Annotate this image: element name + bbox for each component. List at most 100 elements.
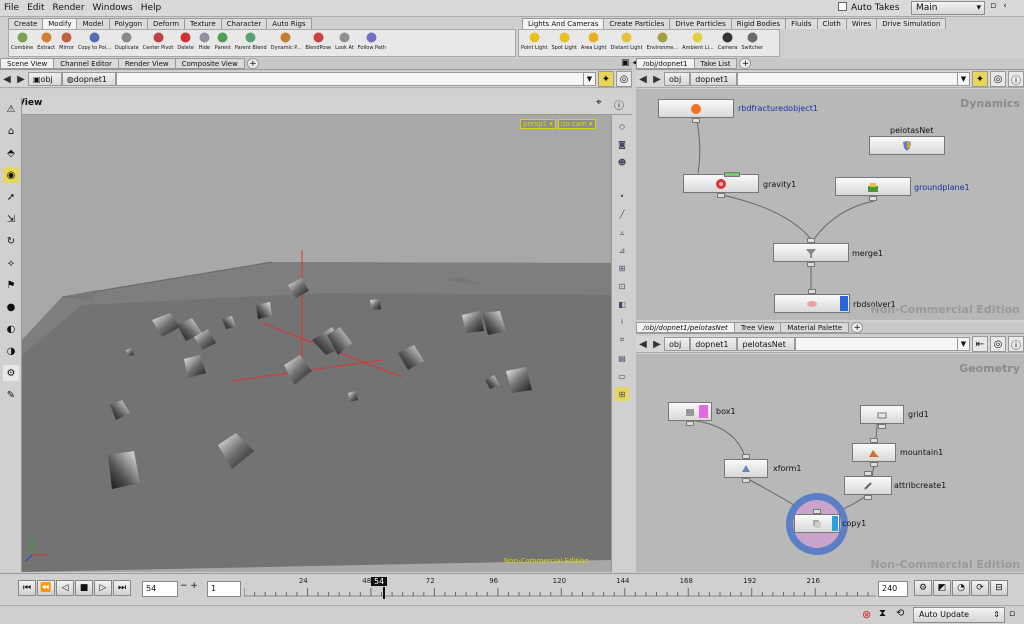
node-merge1[interactable] [773,238,849,267]
shelf-tab-model[interactable]: Model [76,18,110,29]
node-xform1[interactable] [724,454,768,483]
wire-icon[interactable]: ⊡ [615,279,629,293]
tab-dopnet1[interactable]: /obj/dopnet1 [636,58,695,69]
output-pin[interactable] [869,196,877,201]
paint-tool-icon[interactable]: ✎ [3,387,19,403]
modify-tool-5[interactable]: Center Pivot [141,30,176,56]
error-icon[interactable]: ⊗ [862,608,871,621]
back-arrow-icon[interactable]: ◀ [636,339,650,350]
node-grid1[interactable] [860,405,904,429]
add-tab-button[interactable]: + [246,58,259,69]
light-tool-4[interactable]: Environme... [645,30,681,56]
snap-icon[interactable]: ⟊ [615,315,629,329]
prim-icon[interactable]: ▵ [615,225,629,239]
playhead[interactable] [383,587,385,599]
bypass-flag[interactable] [724,172,740,177]
path-field[interactable]: ▼ [794,337,970,351]
pin-icon[interactable]: ✦ [598,71,614,87]
add-tab-button[interactable]: + [851,322,864,333]
ghost-icon[interactable]: ⌗ [615,333,629,347]
pin-icon[interactable]: ✦ [972,71,988,87]
no-cam-select[interactable]: no cam ▾ [557,119,596,129]
node-copy1[interactable] [794,509,840,533]
menu-file[interactable]: File [0,0,23,13]
input-pin[interactable] [807,238,815,243]
current-frame-marker[interactable]: 54 [371,577,388,586]
light-tool-icon[interactable]: ◐ [3,321,19,337]
key-icon[interactable]: ◩ [933,580,951,596]
maximize-icon[interactable]: ▣ [621,58,630,68]
input-pin[interactable] [864,471,872,476]
breadcrumb-obj[interactable]: ▣ obj [28,72,62,86]
input-pin[interactable] [742,454,750,459]
jump-end-icon[interactable]: ⏭ [113,580,131,596]
output-pin[interactable] [878,424,886,429]
close-icon[interactable]: ‹ [999,1,1011,14]
path-field[interactable]: ▼ [737,72,970,86]
info-icon[interactable]: ▫ [1009,609,1015,619]
menu-render[interactable]: Render [49,0,89,13]
start-frame-field[interactable]: 1 [207,581,241,597]
menu-windows[interactable]: Windows [89,0,137,13]
handle-tool-icon[interactable]: ⟡ [3,255,19,271]
help-icon[interactable]: ⓘ [1008,71,1024,87]
light-tool-5[interactable]: Ambient Li... [680,30,716,56]
frame-stepper[interactable]: − + [180,581,198,591]
node-rbdsolver1[interactable] [774,289,850,313]
camera-icon[interactable]: ◙ [615,137,629,151]
output-pin[interactable] [692,118,700,123]
node-gravity1[interactable] [683,172,759,198]
cook-icon[interactable]: ⧗ [879,608,886,619]
screen-icon[interactable]: ▭ [615,369,629,383]
light-tool-2[interactable]: Area Light [579,30,609,56]
link-icon[interactable]: ◎ [990,71,1006,87]
realtime-icon[interactable]: ⟳ [971,580,989,596]
modify-tool-11[interactable]: BlendPose [303,30,333,56]
layout-icon[interactable]: ⊞ [615,387,629,401]
tab-tree-view[interactable]: Tree View [733,322,782,333]
template-flag[interactable] [699,405,708,418]
edge-icon[interactable]: ╱ [615,207,629,221]
modify-tool-13[interactable]: Follow Path [356,30,388,56]
breadcrumb-dopnet1[interactable]: ◍ dopnet1 [61,72,117,86]
home-tool-icon[interactable]: ⌂ [3,123,19,139]
output-pin[interactable] [742,478,750,483]
input-pin[interactable] [808,289,816,294]
range-icon[interactable]: ⊟ [990,580,1008,596]
play-reverse-icon[interactable]: ◁ [56,580,74,596]
output-pin[interactable] [870,462,878,467]
tab-composite-view[interactable]: Composite View [174,58,245,69]
breadcrumb-obj[interactable]: obj [664,72,691,86]
modify-tool-8[interactable]: Parent [213,30,233,56]
link-icon[interactable]: ◎ [990,336,1006,352]
jump-start-icon[interactable]: ⏮ [18,580,36,596]
modify-tool-0[interactable]: Combine [9,30,35,56]
shelf-tab-drive-particles[interactable]: Drive Particles [669,18,732,29]
play-icon[interactable]: ▷ [94,580,112,596]
select-tool-icon[interactable]: ⚠ [3,101,19,117]
end-frame-field[interactable]: 240 [878,581,908,597]
shelf-tab-lights-cameras[interactable]: Lights And Cameras [522,18,605,29]
keyframe-icon[interactable]: ⚙ [914,580,932,596]
auto-takes-toggle[interactable]: Auto Takes [838,2,899,13]
scale-tool-icon[interactable]: ⬘ [3,145,19,161]
light-icon[interactable]: ☻ [615,155,629,169]
shelf-tab-texture[interactable]: Texture [184,18,222,29]
ortho-icon[interactable]: ⊿ [615,243,629,257]
plus-icon[interactable]: + [190,581,198,591]
tab-render-view[interactable]: Render View [117,58,176,69]
modify-tool-7[interactable]: Hide [196,30,213,56]
grid-icon[interactable]: ⊞ [615,261,629,275]
light-tool-1[interactable]: Spot Light [549,30,578,56]
chevron-down-icon[interactable]: ▼ [957,73,969,85]
input-pin[interactable] [870,438,878,443]
shelf-tab-cloth[interactable]: Cloth [816,18,847,29]
breadcrumb-pelotasnet[interactable]: pelotasNet [737,337,795,351]
tab-scene-view[interactable]: Scene View [0,58,55,69]
display-icon[interactable]: ◇ [615,119,629,133]
chevron-down-icon[interactable]: ▼ [957,338,969,350]
camera-tool-icon[interactable]: ◑ [3,343,19,359]
back-arrow-icon[interactable]: ◀ [0,74,14,85]
dynamics-network[interactable]: Dynamics rbdfracturedobject1 pelotasNet … [636,89,1024,320]
perspective-camera-select[interactable]: persp1 ▾ [520,119,556,129]
